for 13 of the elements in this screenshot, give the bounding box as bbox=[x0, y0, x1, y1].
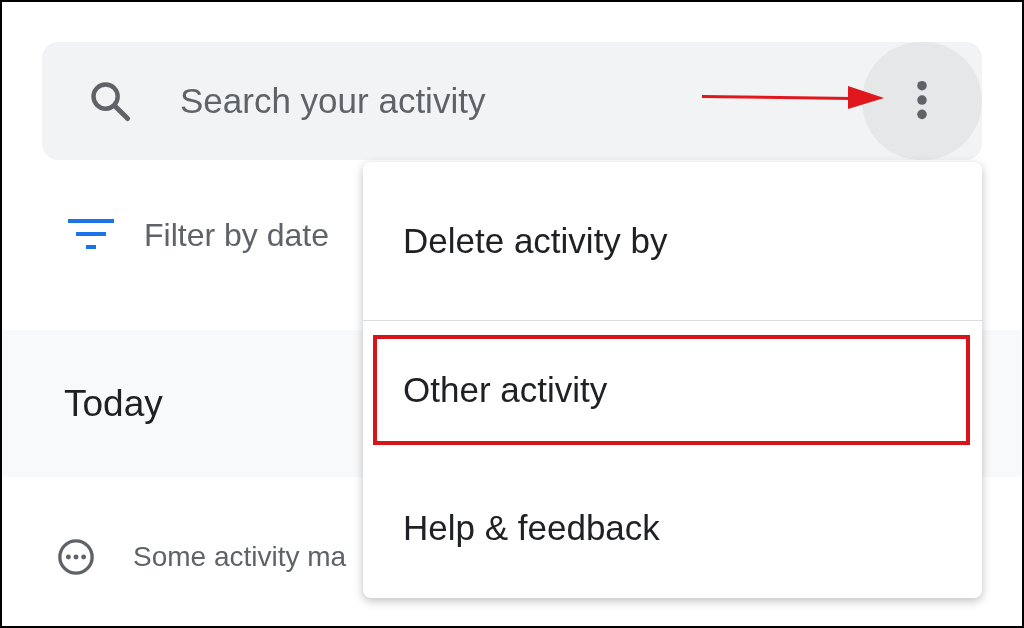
menu-item[interactable]: Other activity bbox=[363, 321, 982, 459]
search-field[interactable]: Search your activity bbox=[42, 42, 982, 160]
filter-by-date-label[interactable]: Filter by date bbox=[144, 216, 329, 254]
menu-item[interactable]: Help & feedback bbox=[363, 459, 982, 597]
section-title: Today bbox=[64, 382, 163, 425]
more-options-button[interactable] bbox=[862, 42, 982, 160]
more-circle-icon bbox=[57, 538, 95, 576]
kebab-menu-icon bbox=[916, 80, 928, 122]
search-icon[interactable] bbox=[88, 79, 132, 123]
search-input[interactable]: Search your activity bbox=[180, 76, 600, 126]
menu-item[interactable]: Delete activity by bbox=[363, 162, 982, 320]
filter-icon[interactable] bbox=[68, 219, 114, 251]
notice-text: Some activity ma bbox=[133, 541, 347, 573]
